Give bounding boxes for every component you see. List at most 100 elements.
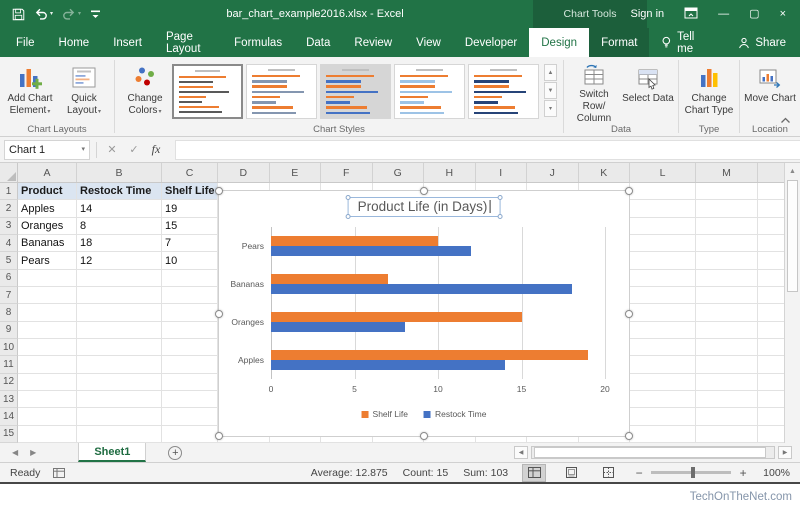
cell-M9[interactable] xyxy=(696,322,758,339)
row-header-8[interactable]: 8 xyxy=(0,304,18,321)
cell-A9[interactable] xyxy=(18,322,77,339)
column-header-B[interactable]: B xyxy=(77,163,162,182)
cell-B13[interactable] xyxy=(77,391,162,408)
cell-M7[interactable] xyxy=(696,287,758,304)
cell-C14[interactable] xyxy=(162,408,218,425)
bar-restock-time-oranges[interactable] xyxy=(271,322,405,332)
cell-C6[interactable] xyxy=(162,270,218,287)
cell-M5[interactable] xyxy=(696,252,758,269)
cell-B2[interactable]: 14 xyxy=(77,200,162,217)
cancel-button[interactable]: ✕ xyxy=(101,140,123,160)
bar-shelf-life-bananas[interactable] xyxy=(271,274,388,284)
column-header-L[interactable]: L xyxy=(630,163,696,182)
chart-style-1[interactable] xyxy=(172,64,243,119)
cell-A2[interactable]: Apples xyxy=(18,200,77,217)
row-header-11[interactable]: 11 xyxy=(0,356,18,373)
cell-C8[interactable] xyxy=(162,304,218,321)
select-all-corner[interactable] xyxy=(0,163,18,182)
save-button[interactable] xyxy=(12,8,25,21)
row-header-3[interactable]: 3 xyxy=(0,218,18,235)
chart-selection-handle[interactable] xyxy=(625,187,633,195)
cell-B8[interactable] xyxy=(77,304,162,321)
undo-dropdown-icon[interactable]: ▾ xyxy=(50,11,53,17)
chart-selection-handle[interactable] xyxy=(625,432,633,440)
cell-A5[interactable]: Pears xyxy=(18,252,77,269)
zoom-level[interactable]: 100% xyxy=(763,467,790,479)
page-break-view-button[interactable] xyxy=(597,465,619,481)
zoom-out-button[interactable]: − xyxy=(634,466,644,480)
tell-me-box[interactable]: Tell me xyxy=(649,28,724,57)
cell-C2[interactable]: 19 xyxy=(162,200,218,217)
chart-selection-handle[interactable] xyxy=(215,310,223,318)
name-box-dropdown-icon[interactable]: ▾ xyxy=(81,146,85,153)
title-handle[interactable] xyxy=(346,195,351,200)
bar-shelf-life-apples[interactable] xyxy=(271,350,588,360)
title-handle[interactable] xyxy=(346,214,351,219)
enter-button[interactable]: ✓ xyxy=(123,140,145,160)
chart-object[interactable]: 05101520PearsBananasOrangesApples Produc… xyxy=(218,190,630,437)
tab-data[interactable]: Data xyxy=(294,28,342,57)
cell-B7[interactable] xyxy=(77,287,162,304)
switch-row-column-button[interactable]: Switch Row/ Column xyxy=(567,60,621,122)
cell-C13[interactable] xyxy=(162,391,218,408)
cell-A12[interactable] xyxy=(18,374,77,391)
column-header-F[interactable]: F xyxy=(321,163,373,182)
cell-C7[interactable] xyxy=(162,287,218,304)
tab-review[interactable]: Review xyxy=(342,28,404,57)
redo-button[interactable]: ▾ xyxy=(62,8,81,21)
cell-M3[interactable] xyxy=(696,218,758,235)
row-header-4[interactable]: 4 xyxy=(0,235,18,252)
cell-A7[interactable] xyxy=(18,287,77,304)
cell-C4[interactable]: 7 xyxy=(162,235,218,252)
name-box[interactable]: Chart 1 ▾ xyxy=(4,140,90,160)
column-header-H[interactable]: H xyxy=(424,163,476,182)
tab-formulas[interactable]: Formulas xyxy=(222,28,294,57)
ribbon-display-options-button[interactable] xyxy=(684,7,698,22)
close-button[interactable]: × xyxy=(780,9,786,20)
cell-B10[interactable] xyxy=(77,339,162,356)
chart-style-4[interactable] xyxy=(394,64,465,119)
customize-qat-button[interactable] xyxy=(90,9,101,20)
add-chart-element-button[interactable]: Add Chart Element▾ xyxy=(3,60,57,122)
cell-A15[interactable] xyxy=(18,426,77,443)
minimize-button[interactable]: — xyxy=(718,9,729,20)
cell-M8[interactable] xyxy=(696,304,758,321)
insert-function-button[interactable]: fx xyxy=(145,140,167,160)
cell-A4[interactable]: Bananas xyxy=(18,235,77,252)
cell-M11[interactable] xyxy=(696,356,758,373)
cell-L7[interactable] xyxy=(630,287,696,304)
cell-A1[interactable]: Product xyxy=(18,183,77,200)
sign-in-button[interactable]: Sign in xyxy=(631,8,665,20)
tab-format[interactable]: Format xyxy=(589,28,649,57)
vertical-scroll-thumb[interactable] xyxy=(787,180,798,292)
gallery-scroll-down-button[interactable]: ▼ xyxy=(544,82,557,99)
tab-home[interactable]: Home xyxy=(47,28,102,57)
title-handle[interactable] xyxy=(497,214,502,219)
row-header-1[interactable]: 1 xyxy=(0,183,18,200)
row-header-10[interactable]: 10 xyxy=(0,339,18,356)
new-sheet-button[interactable]: + xyxy=(168,446,182,460)
cell-C12[interactable] xyxy=(162,374,218,391)
cell-B12[interactable] xyxy=(77,374,162,391)
cell-L9[interactable] xyxy=(630,322,696,339)
collapse-ribbon-button[interactable] xyxy=(780,111,791,129)
sheet-nav-right-icon[interactable]: ▶ xyxy=(30,448,36,457)
column-header-G[interactable]: G xyxy=(373,163,425,182)
chart-selection-handle[interactable] xyxy=(625,310,633,318)
cell-L4[interactable] xyxy=(630,235,696,252)
cell-C9[interactable] xyxy=(162,322,218,339)
legend-item-shelf-life[interactable]: Shelf Life xyxy=(362,409,408,419)
row-header-14[interactable]: 14 xyxy=(0,408,18,425)
column-header-I[interactable]: I xyxy=(476,163,528,182)
cell-B1[interactable]: Restock Time xyxy=(77,183,162,200)
cell-M13[interactable] xyxy=(696,391,758,408)
chart-title[interactable]: Product Life (in Days) xyxy=(348,197,501,217)
bar-shelf-life-oranges[interactable] xyxy=(271,312,522,322)
bar-restock-time-bananas[interactable] xyxy=(271,284,572,294)
cell-L13[interactable] xyxy=(630,391,696,408)
row-header-9[interactable]: 9 xyxy=(0,322,18,339)
row-header-2[interactable]: 2 xyxy=(0,200,18,217)
share-button[interactable]: Share xyxy=(724,28,800,57)
gallery-scroll-up-button[interactable]: ▲ xyxy=(544,64,557,81)
scroll-up-icon[interactable]: ▲ xyxy=(785,163,800,179)
